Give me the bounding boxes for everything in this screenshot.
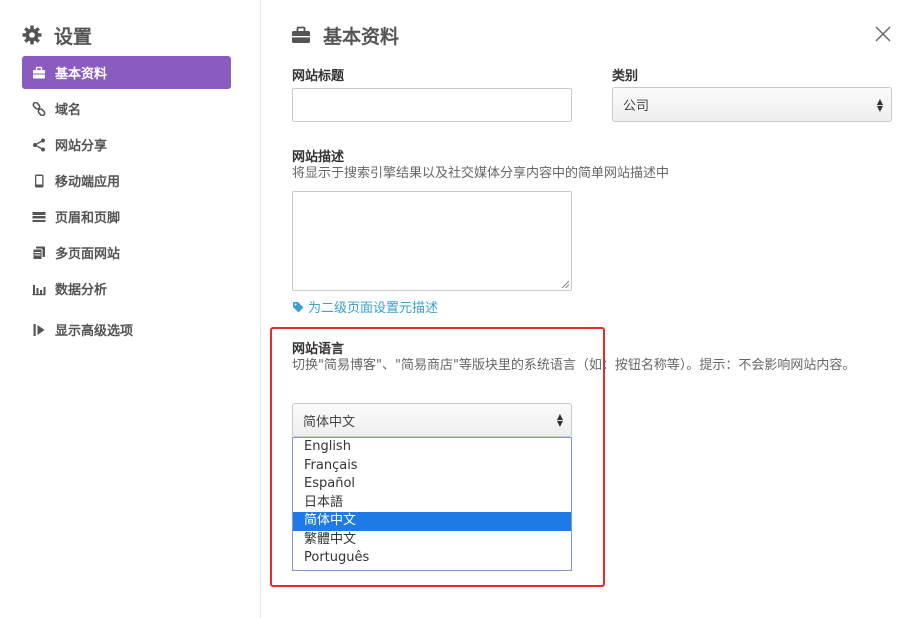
- sidebar-item-label: 页眉和页脚: [55, 211, 121, 226]
- briefcase-icon: [31, 65, 47, 81]
- sidebar-item-label: 域名: [55, 103, 82, 118]
- gear-icon: [22, 25, 42, 45]
- pages-icon: [31, 245, 47, 261]
- language-option[interactable]: Français: [293, 457, 571, 476]
- language-option[interactable]: Português: [293, 549, 571, 568]
- sidebar-header: 设置: [22, 22, 92, 48]
- page-title: 基本资料: [323, 25, 400, 48]
- site-desc-label: 网站描述: [292, 150, 345, 165]
- language-option[interactable]: 繁體中文: [293, 531, 571, 550]
- sidebar-item-header-footer[interactable]: 页眉和页脚: [22, 200, 231, 233]
- header-footer-icon: [31, 209, 47, 225]
- site-desc-textarea[interactable]: [292, 191, 572, 291]
- category-label: 类别: [612, 69, 639, 84]
- meta-description-link[interactable]: 为二级页面设置元描述: [292, 297, 438, 316]
- panel-header: 基本资料: [291, 22, 399, 48]
- language-value: 简体中文: [303, 414, 356, 430]
- resize-handle-icon[interactable]: [561, 280, 570, 289]
- sidebar-item-label: 数据分析: [55, 283, 108, 298]
- mobile-icon: [31, 173, 47, 189]
- sidebar-item-analytics[interactable]: 数据分析: [22, 272, 231, 305]
- select-arrows-icon: ▲ ▼: [876, 96, 883, 113]
- language-dropdown: English Français Español 日本語 简体中文 繁體中文 P…: [292, 437, 572, 571]
- sidebar-item-share[interactable]: 网站分享: [22, 128, 231, 161]
- select-arrows-icon: ▲ ▼: [556, 412, 563, 428]
- language-option[interactable]: Español: [293, 475, 571, 494]
- sidebar-title: 设置: [54, 25, 93, 48]
- language-option[interactable]: 日本語: [293, 494, 571, 513]
- tag-icon: [293, 301, 304, 312]
- category-value: 公司: [623, 99, 650, 114]
- sidebar-item-basic-info[interactable]: 基本资料: [22, 56, 231, 89]
- category-select[interactable]: 公司 ▲ ▼: [612, 87, 892, 122]
- link-icon: [31, 101, 47, 117]
- meta-description-link-label: 为二级页面设置元描述: [308, 301, 439, 316]
- language-label: 网站语言: [292, 342, 345, 357]
- sidebar-item-multi-page[interactable]: 多页面网站: [22, 236, 231, 269]
- language-help: 切换"简易博客"、"简易商店"等版块里的系统语言（如：按钮名称等）。提示：不会影…: [292, 358, 856, 373]
- site-title-label: 网站标题: [292, 69, 345, 84]
- language-select[interactable]: 简体中文 ▲ ▼: [292, 403, 572, 437]
- share-icon: [31, 137, 47, 153]
- settings-sidebar: 设置 基本资料 域名 网站分享 移动端应用 页眉和页脚 多页面网站 数据分析 显…: [0, 0, 261, 618]
- language-option[interactable]: English: [293, 438, 571, 457]
- site-desc-help: 将显示于搜索引擎结果以及社交媒体分享内容中的简单网站描述中: [292, 166, 670, 181]
- sidebar-item-label: 移动端应用: [55, 175, 121, 190]
- sidebar-item-label: 多页面网站: [55, 247, 121, 262]
- sidebar-item-label: 网站分享: [55, 139, 108, 154]
- sidebar-item-domain[interactable]: 域名: [22, 92, 231, 125]
- language-option-selected[interactable]: 简体中文: [293, 512, 571, 531]
- sidebar-item-label: 基本资料: [55, 67, 108, 82]
- close-icon[interactable]: [874, 25, 892, 43]
- sidebar-item-label: 显示高级选项: [55, 324, 134, 339]
- briefcase-icon: [292, 26, 310, 43]
- advanced-icon: [31, 322, 47, 338]
- site-title-input[interactable]: [292, 88, 572, 122]
- sidebar-item-advanced-options[interactable]: 显示高级选项: [22, 313, 231, 346]
- bar-chart-icon: [31, 281, 47, 297]
- sidebar-item-mobile-app[interactable]: 移动端应用: [22, 164, 231, 197]
